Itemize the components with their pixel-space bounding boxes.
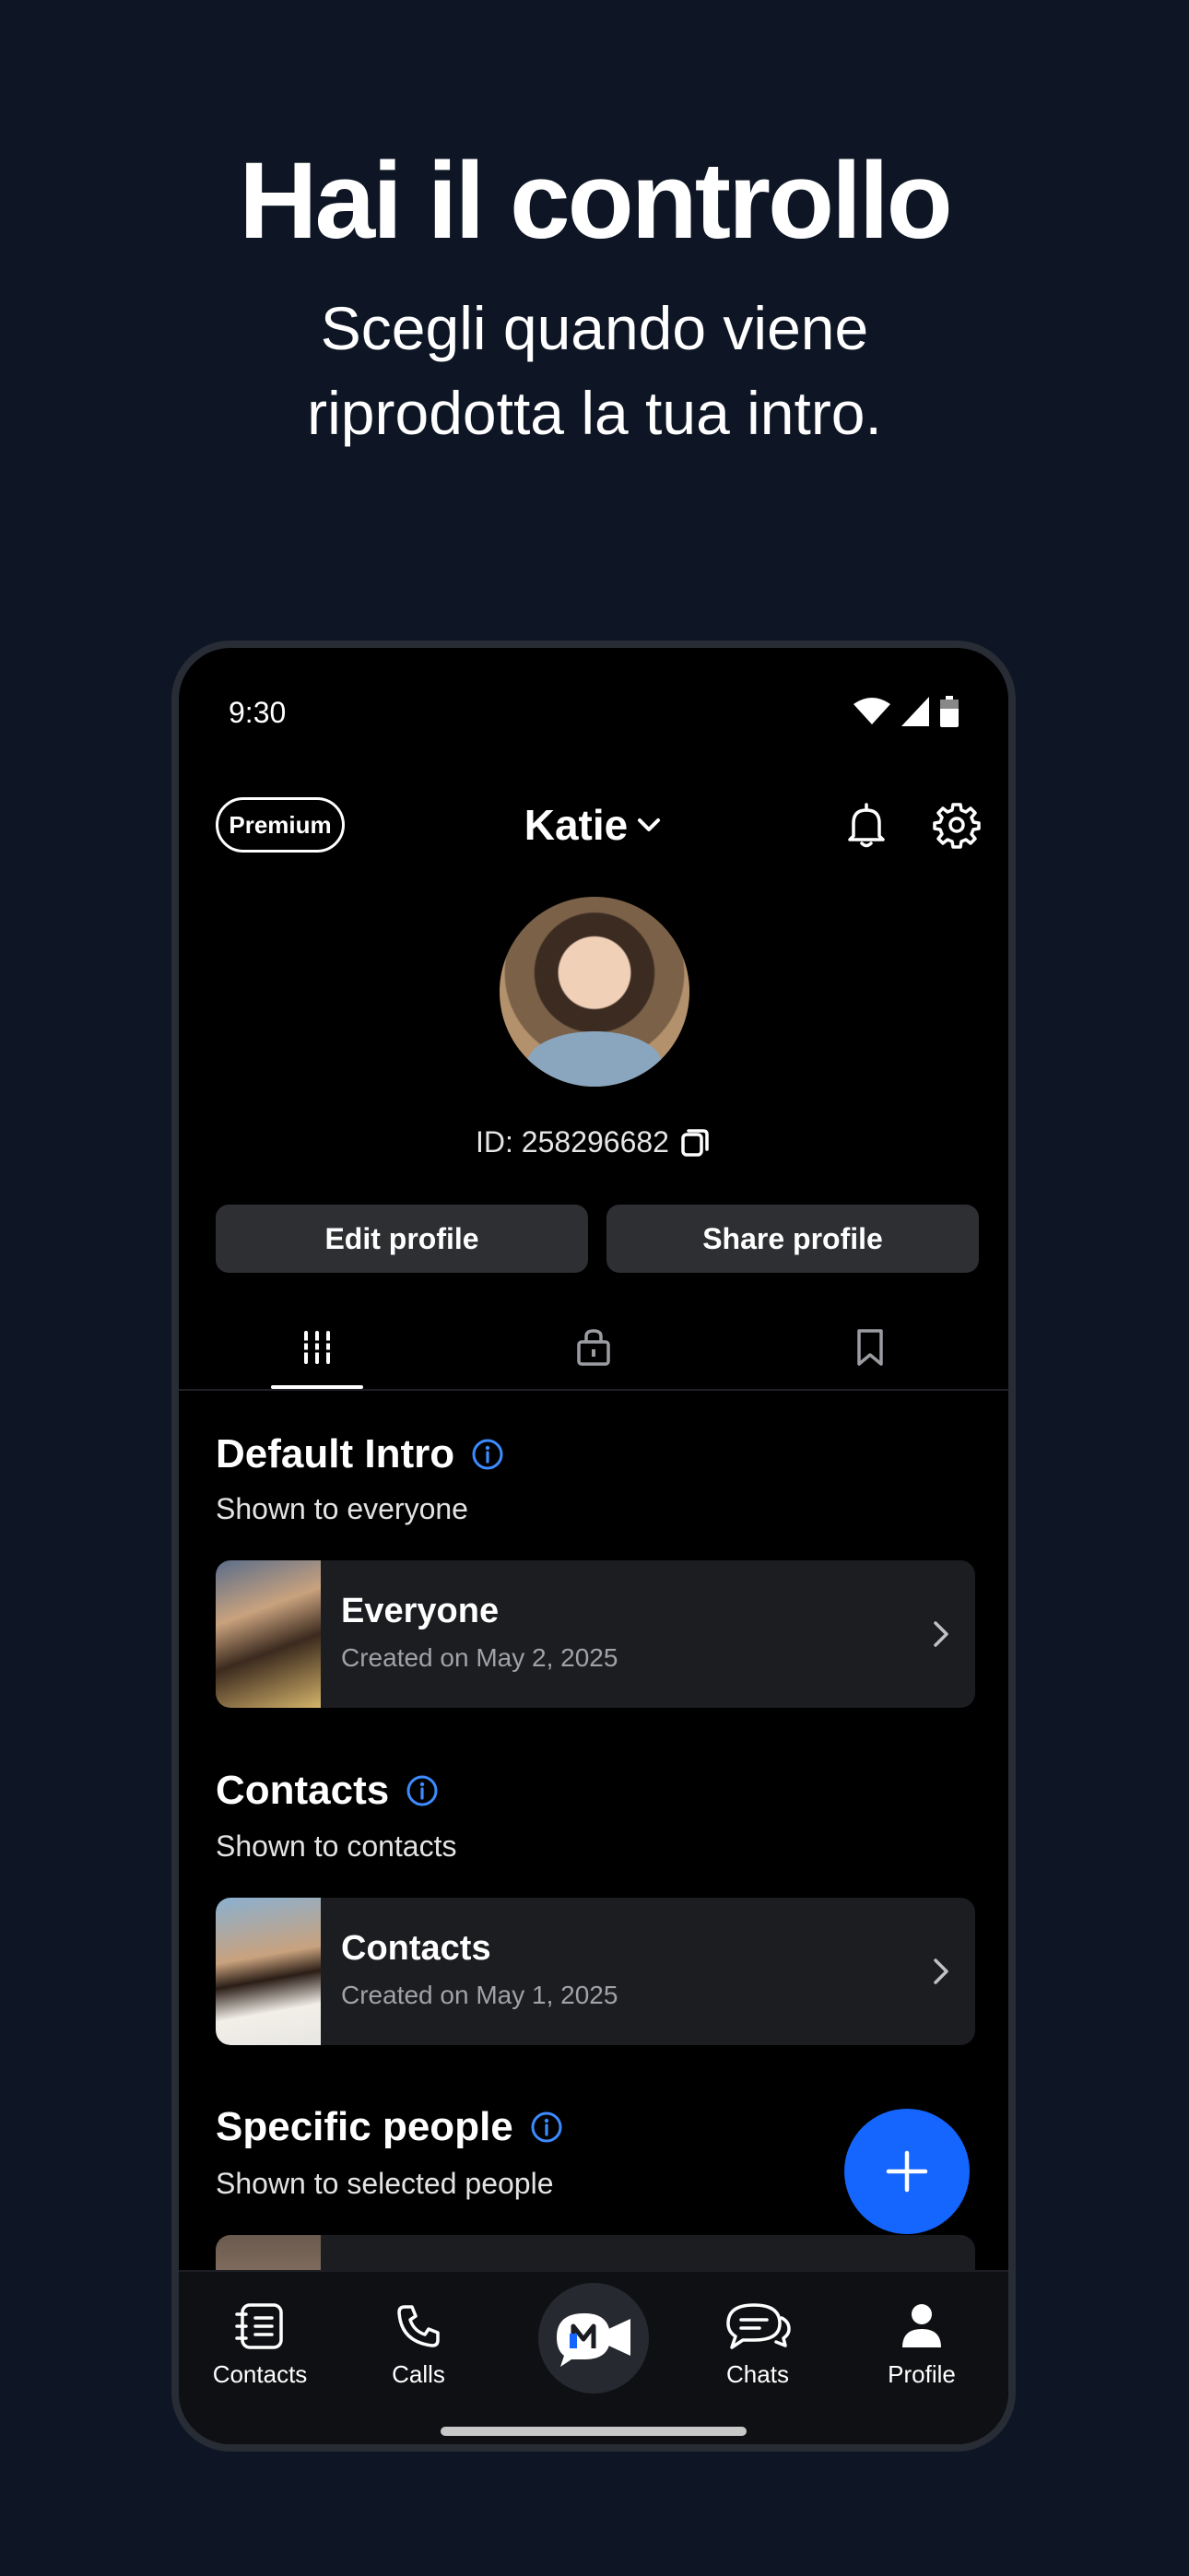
intro-date: Created on May 1, 2025 xyxy=(341,1981,618,2009)
contacts-icon xyxy=(235,2303,283,2349)
section-title-text: Default Intro xyxy=(216,1431,455,1476)
status-icons xyxy=(853,696,959,727)
gear-icon xyxy=(933,803,981,849)
nav-label: Contacts xyxy=(212,2360,308,2388)
person-icon xyxy=(902,2304,941,2347)
nav-calls[interactable]: Calls xyxy=(354,2301,483,2389)
video-chat-logo-icon xyxy=(557,2313,630,2367)
info-icon[interactable] xyxy=(406,1774,439,1807)
phone-frame: 9:30 Premium Katie ID: 258296682 Edit pr… xyxy=(171,641,1016,2452)
copy-icon[interactable] xyxy=(678,1126,712,1159)
wifi-icon xyxy=(853,698,890,724)
chevron-right-icon xyxy=(934,1621,948,1647)
home-indicator[interactable] xyxy=(441,2427,747,2436)
chevron-right-icon xyxy=(934,1958,948,1984)
phone-icon xyxy=(397,2305,440,2347)
tab-intros[interactable] xyxy=(289,1324,345,1370)
chevron-down-icon xyxy=(638,818,661,831)
settings-button[interactable] xyxy=(931,799,983,855)
nav-contacts[interactable]: Contacts xyxy=(195,2301,324,2389)
bookmark-icon xyxy=(857,1329,883,1366)
intro-thumbnail xyxy=(216,1560,321,1708)
section-title-text: Specific people xyxy=(216,2104,513,2149)
active-tab-indicator xyxy=(271,1385,363,1389)
section-subtitle: Shown to contacts xyxy=(216,1829,457,1863)
intro-date: Created on May 2, 2025 xyxy=(341,1643,618,1672)
nav-label: Chats xyxy=(726,2360,789,2388)
intros-icon xyxy=(301,1331,333,1364)
section-title-default-intro: Default Intro xyxy=(216,1431,504,1477)
lock-icon xyxy=(577,1329,610,1366)
intro-name: Everyone xyxy=(341,1592,500,1630)
bell-icon xyxy=(848,803,885,848)
headline: Hai il controllo xyxy=(239,140,953,262)
intro-card-contacts[interactable]: Contacts Created on May 1, 2025 xyxy=(216,1898,975,2045)
nav-profile[interactable]: Profile xyxy=(857,2301,986,2389)
notifications-button[interactable] xyxy=(841,799,892,855)
tab-saved[interactable] xyxy=(842,1324,898,1370)
plus-icon xyxy=(886,2150,928,2193)
subheadline-line-2: riprodotta la tua intro. xyxy=(307,379,882,447)
edit-profile-button[interactable]: Edit profile xyxy=(216,1205,588,1273)
intro-name: Contacts xyxy=(341,1929,491,1968)
chat-bubble-icon xyxy=(726,2303,791,2349)
section-title-contacts: Contacts xyxy=(216,1768,439,1814)
add-intro-button[interactable] xyxy=(844,2109,970,2234)
subheadline: Scegli quando viene riprodotta la tua in… xyxy=(0,286,1189,455)
nav-label: Profile xyxy=(888,2360,956,2388)
info-icon[interactable] xyxy=(471,1438,504,1471)
section-subtitle: Shown to everyone xyxy=(216,1492,468,1525)
subheadline-line-1: Scegli quando viene xyxy=(320,294,869,362)
info-icon[interactable] xyxy=(530,2111,563,2144)
section-title-specific-people: Specific people xyxy=(216,2104,563,2150)
signal-icon xyxy=(901,697,929,726)
nav-video-home[interactable] xyxy=(538,2283,649,2394)
username: Katie xyxy=(524,801,629,849)
user-id: ID: 258296682 xyxy=(476,1125,669,1159)
tab-locked[interactable] xyxy=(566,1324,621,1370)
nav-label: Calls xyxy=(392,2360,445,2388)
intro-card-everyone[interactable]: Everyone Created on May 2, 2025 xyxy=(216,1560,975,1708)
section-title-text: Contacts xyxy=(216,1768,390,1813)
share-profile-button[interactable]: Share profile xyxy=(606,1205,979,1273)
bottom-nav: Contacts Calls Chats Profile xyxy=(179,2270,1008,2444)
status-time: 9:30 xyxy=(229,696,287,729)
intro-thumbnail xyxy=(216,1898,321,2045)
profile-tabs xyxy=(179,1304,1008,1391)
nav-chats[interactable]: Chats xyxy=(693,2301,822,2389)
avatar[interactable] xyxy=(500,897,689,1087)
user-id-row: ID: 258296682 xyxy=(179,1125,1008,1159)
section-subtitle: Shown to selected people xyxy=(216,2167,554,2200)
battery-icon xyxy=(940,696,959,727)
